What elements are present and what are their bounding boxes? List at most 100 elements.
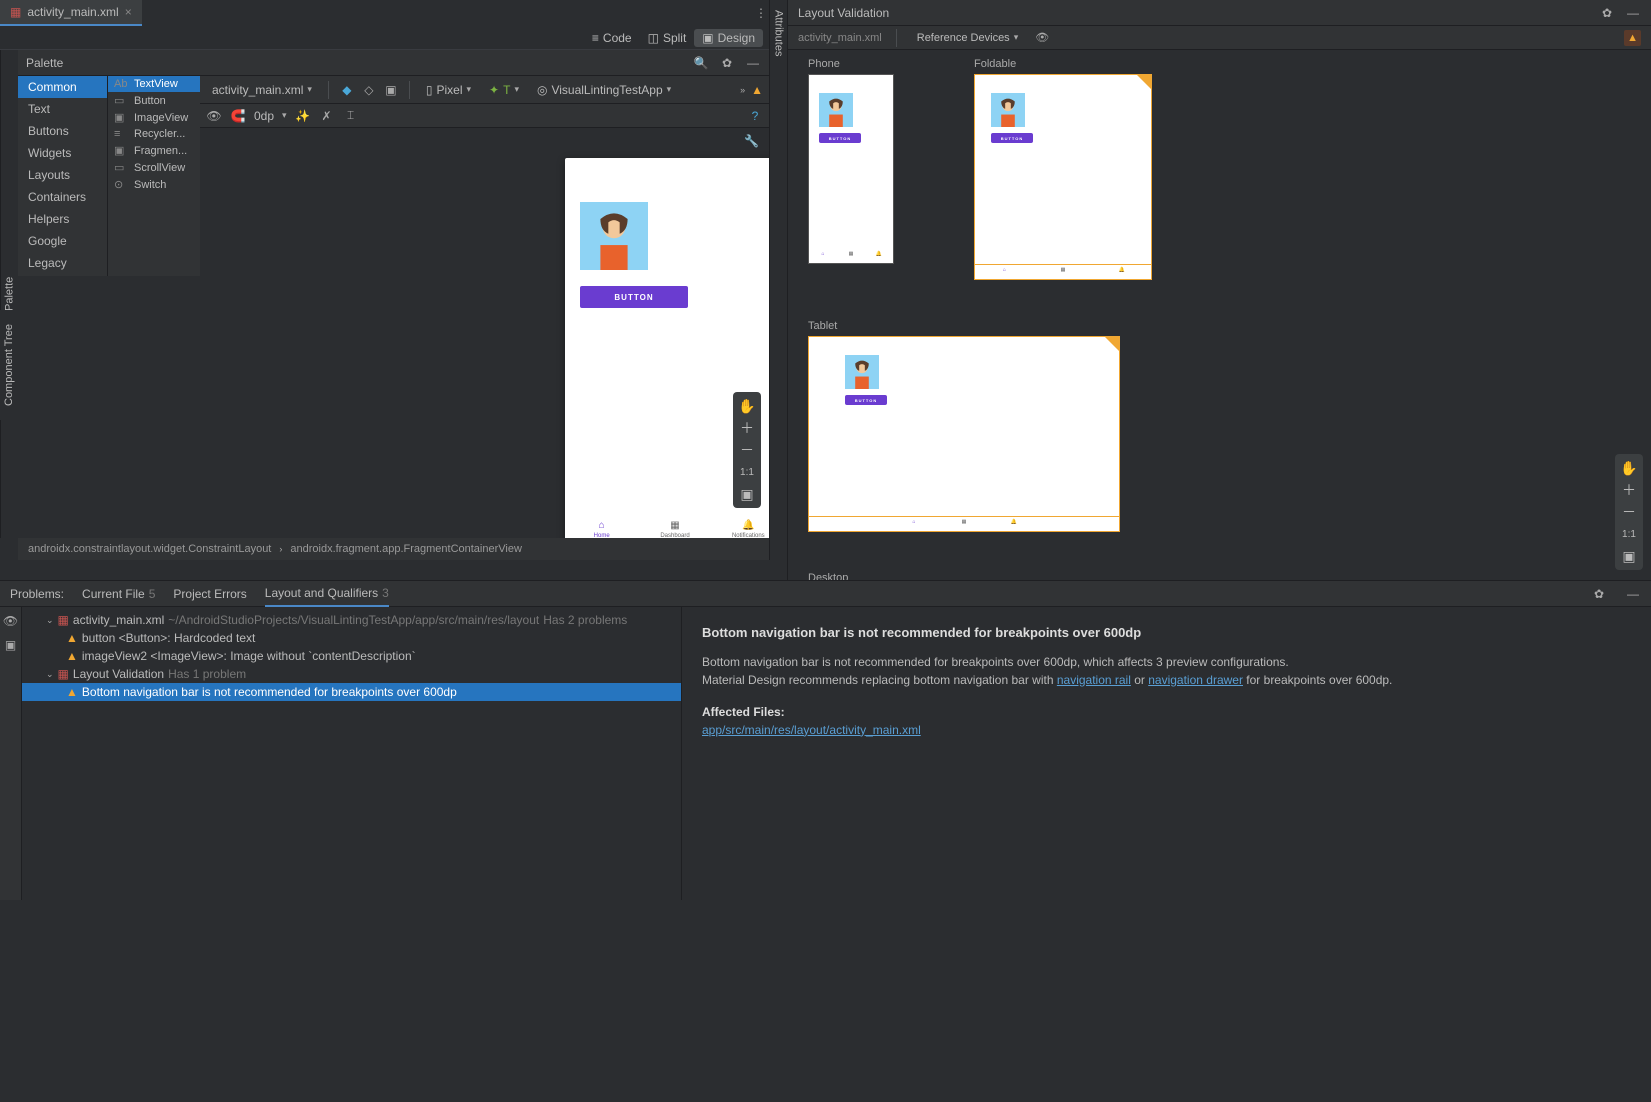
gear-icon[interactable]: ✿ — [719, 55, 735, 71]
xml-file-icon: ▦ — [10, 5, 21, 19]
split-icon: ◫ — [648, 31, 659, 45]
wand-icon[interactable]: ✨ — [295, 108, 311, 124]
link-nav-drawer[interactable]: navigation drawer — [1148, 673, 1243, 687]
clear-icon[interactable]: ✗ — [319, 108, 335, 124]
validation-file: activity_main.xml — [798, 32, 882, 44]
view-design[interactable]: ▣Design — [694, 29, 763, 47]
target-icon: ◎ — [537, 83, 547, 97]
palette-cat-layouts[interactable]: Layouts — [18, 164, 107, 186]
palette-side-tab[interactable]: Palette — [0, 50, 18, 538]
validation-body[interactable]: Phone BUTTON ⌂▦🔔 Foldable BUTTON — [788, 50, 1651, 580]
surface-icon[interactable]: ◆ — [339, 82, 355, 98]
palette-item[interactable]: ≡Recycler... — [108, 126, 200, 142]
tab-menu-icon[interactable]: ⋮ — [753, 5, 769, 21]
palette-cat-buttons[interactable]: Buttons — [18, 120, 107, 142]
minimize-icon[interactable]: — — [1625, 5, 1641, 21]
problems-tabs: Problems: Current File5 Project Errors L… — [0, 581, 1651, 607]
code-icon: ≡ — [592, 31, 599, 45]
search-icon[interactable]: 🔍 — [693, 55, 709, 71]
pan-icon[interactable]: ✋ — [1617, 458, 1641, 478]
filter-icon[interactable]: ▣ — [3, 637, 19, 653]
tab-project-errors[interactable]: Project Errors — [173, 582, 246, 606]
attributes-side-tab[interactable]: Attributes — [770, 0, 788, 580]
affected-file-link[interactable]: app/src/main/res/layout/activity_main.xm… — [702, 723, 921, 737]
palette-item[interactable]: ▭ScrollView — [108, 159, 200, 176]
zoom-fit[interactable]: 1:1 — [735, 462, 759, 482]
design-toolbar-2: 👁 🧲 0dp▾ ✨ ✗ ⌶ ? — [200, 104, 769, 128]
warning-icon: ▲ — [66, 631, 78, 645]
warning-icon[interactable]: ▲ — [1624, 30, 1641, 46]
design-icon: ▣ — [702, 31, 713, 45]
help-icon[interactable]: ? — [747, 108, 763, 124]
warning-badge — [1105, 337, 1119, 351]
eye-icon[interactable]: 👁 — [206, 108, 222, 124]
file-combo[interactable]: activity_main.xml▾ — [206, 81, 318, 99]
zoom-out[interactable]: － — [1617, 502, 1641, 522]
wrench-icon[interactable]: 🔧 — [744, 134, 759, 148]
layers-icon[interactable]: ▣ — [383, 82, 399, 98]
view-code[interactable]: ≡Code — [584, 29, 640, 47]
validation-zoom-controls: ✋ ＋ － 1:1 ▣ — [1615, 454, 1643, 570]
affected-label: Affected Files: — [702, 703, 1631, 721]
eye-icon[interactable]: 👁 — [3, 613, 19, 629]
magnet-icon[interactable]: 🧲 — [230, 108, 246, 124]
guideline-icon[interactable]: ⌶ — [343, 108, 359, 124]
palette-item[interactable]: ▭Button — [108, 92, 200, 109]
zoom-actual[interactable]: ▣ — [1617, 546, 1641, 566]
preview-foldable[interactable]: BUTTON ⌂▦🔔 — [974, 74, 1152, 280]
detail-body: Bottom navigation bar is not recommended… — [702, 653, 1631, 689]
minimize-icon[interactable]: — — [1625, 586, 1641, 602]
gear-icon[interactable]: ✿ — [1591, 586, 1607, 602]
eye-icon[interactable]: 👁 — [1034, 30, 1050, 46]
tab-current-file[interactable]: Current File5 — [82, 582, 155, 606]
preview-tablet[interactable]: BUTTON ⌂▦🔔 — [808, 336, 1120, 532]
design-canvas[interactable]: 🔧 BUTTON ⌂Home ▦Dashboard 🔔Notifications — [200, 128, 769, 538]
palette-item[interactable]: ⊙Switch — [108, 176, 200, 193]
palette-item[interactable]: ▣ImageView — [108, 109, 200, 126]
tree-issue-row[interactable]: ▲ button <Button>: Hardcoded text — [22, 629, 681, 647]
tree-group-row[interactable]: ⌄ ▦ Layout Validation Has 1 problem — [22, 665, 681, 683]
tree-issue-row[interactable]: ▲ imageView2 <ImageView>: Image without … — [22, 647, 681, 665]
file-tab[interactable]: ▦ activity_main.xml × — [0, 0, 142, 26]
palette-item[interactable]: ▣Fragmen... — [108, 142, 200, 159]
blueprint-icon[interactable]: ◇ — [361, 82, 377, 98]
ref-devices-combo[interactable]: Reference Devices▾ — [911, 30, 1024, 46]
palette-cat-legacy[interactable]: Legacy — [18, 252, 107, 274]
palette-cat-containers[interactable]: Containers — [18, 186, 107, 208]
zoom-actual[interactable]: ▣ — [735, 484, 759, 504]
close-icon[interactable]: × — [125, 5, 132, 19]
pan-icon[interactable]: ✋ — [735, 396, 759, 416]
palette-cat-google[interactable]: Google — [18, 230, 107, 252]
validation-toolbar: activity_main.xml Reference Devices▾ 👁 ▲ — [788, 26, 1651, 50]
theme-combo[interactable]: ✦T▾ — [483, 81, 525, 99]
app-combo[interactable]: ◎VisualLintingTestApp▾ — [531, 81, 677, 99]
preview-bottom-nav: ⌂Home ▦Dashboard 🔔Notifications — [565, 514, 769, 538]
zoom-out[interactable]: － — [735, 440, 759, 460]
palette-cat-widgets[interactable]: Widgets — [18, 142, 107, 164]
minimize-icon[interactable]: — — [745, 55, 761, 71]
warning-icon[interactable]: ▲ — [751, 83, 763, 97]
tree-issue-row[interactable]: ▲ Bottom navigation bar is not recommend… — [22, 683, 681, 701]
zoom-in[interactable]: ＋ — [1617, 480, 1641, 500]
breadcrumb-item[interactable]: androidx.constraintlayout.widget.Constra… — [28, 543, 271, 555]
tree-file-row[interactable]: ⌄ ▦ activity_main.xml ~/AndroidStudioPro… — [22, 611, 681, 629]
preview-phone[interactable]: BUTTON ⌂▦🔔 — [808, 74, 894, 264]
view-split[interactable]: ◫Split — [640, 29, 695, 47]
link-nav-rail[interactable]: navigation rail — [1057, 673, 1131, 687]
file-tab-label: activity_main.xml — [27, 5, 118, 19]
palette-cat-common[interactable]: Common — [18, 76, 107, 98]
palette-cat-text[interactable]: Text — [18, 98, 107, 120]
breadcrumb-item[interactable]: androidx.fragment.app.FragmentContainerV… — [290, 543, 522, 555]
component-tree-tab[interactable]: Component Tree — [0, 310, 18, 420]
zoom-in[interactable]: ＋ — [735, 418, 759, 438]
palette-item[interactable]: AbTextView — [108, 76, 200, 92]
palette-cat-helpers[interactable]: Helpers — [18, 208, 107, 230]
tab-layout-qualifiers[interactable]: Layout and Qualifiers3 — [265, 581, 389, 607]
palette-categories: Common Text Buttons Widgets Layouts Cont… — [18, 76, 108, 276]
zoom-fit[interactable]: 1:1 — [1617, 524, 1641, 544]
home-icon: ⌂ — [599, 520, 605, 531]
device-combo[interactable]: ▯Pixel▾ — [420, 81, 477, 99]
problems-label: Problems: — [10, 587, 64, 601]
overflow-icon[interactable]: » — [740, 85, 745, 95]
gear-icon[interactable]: ✿ — [1599, 5, 1615, 21]
